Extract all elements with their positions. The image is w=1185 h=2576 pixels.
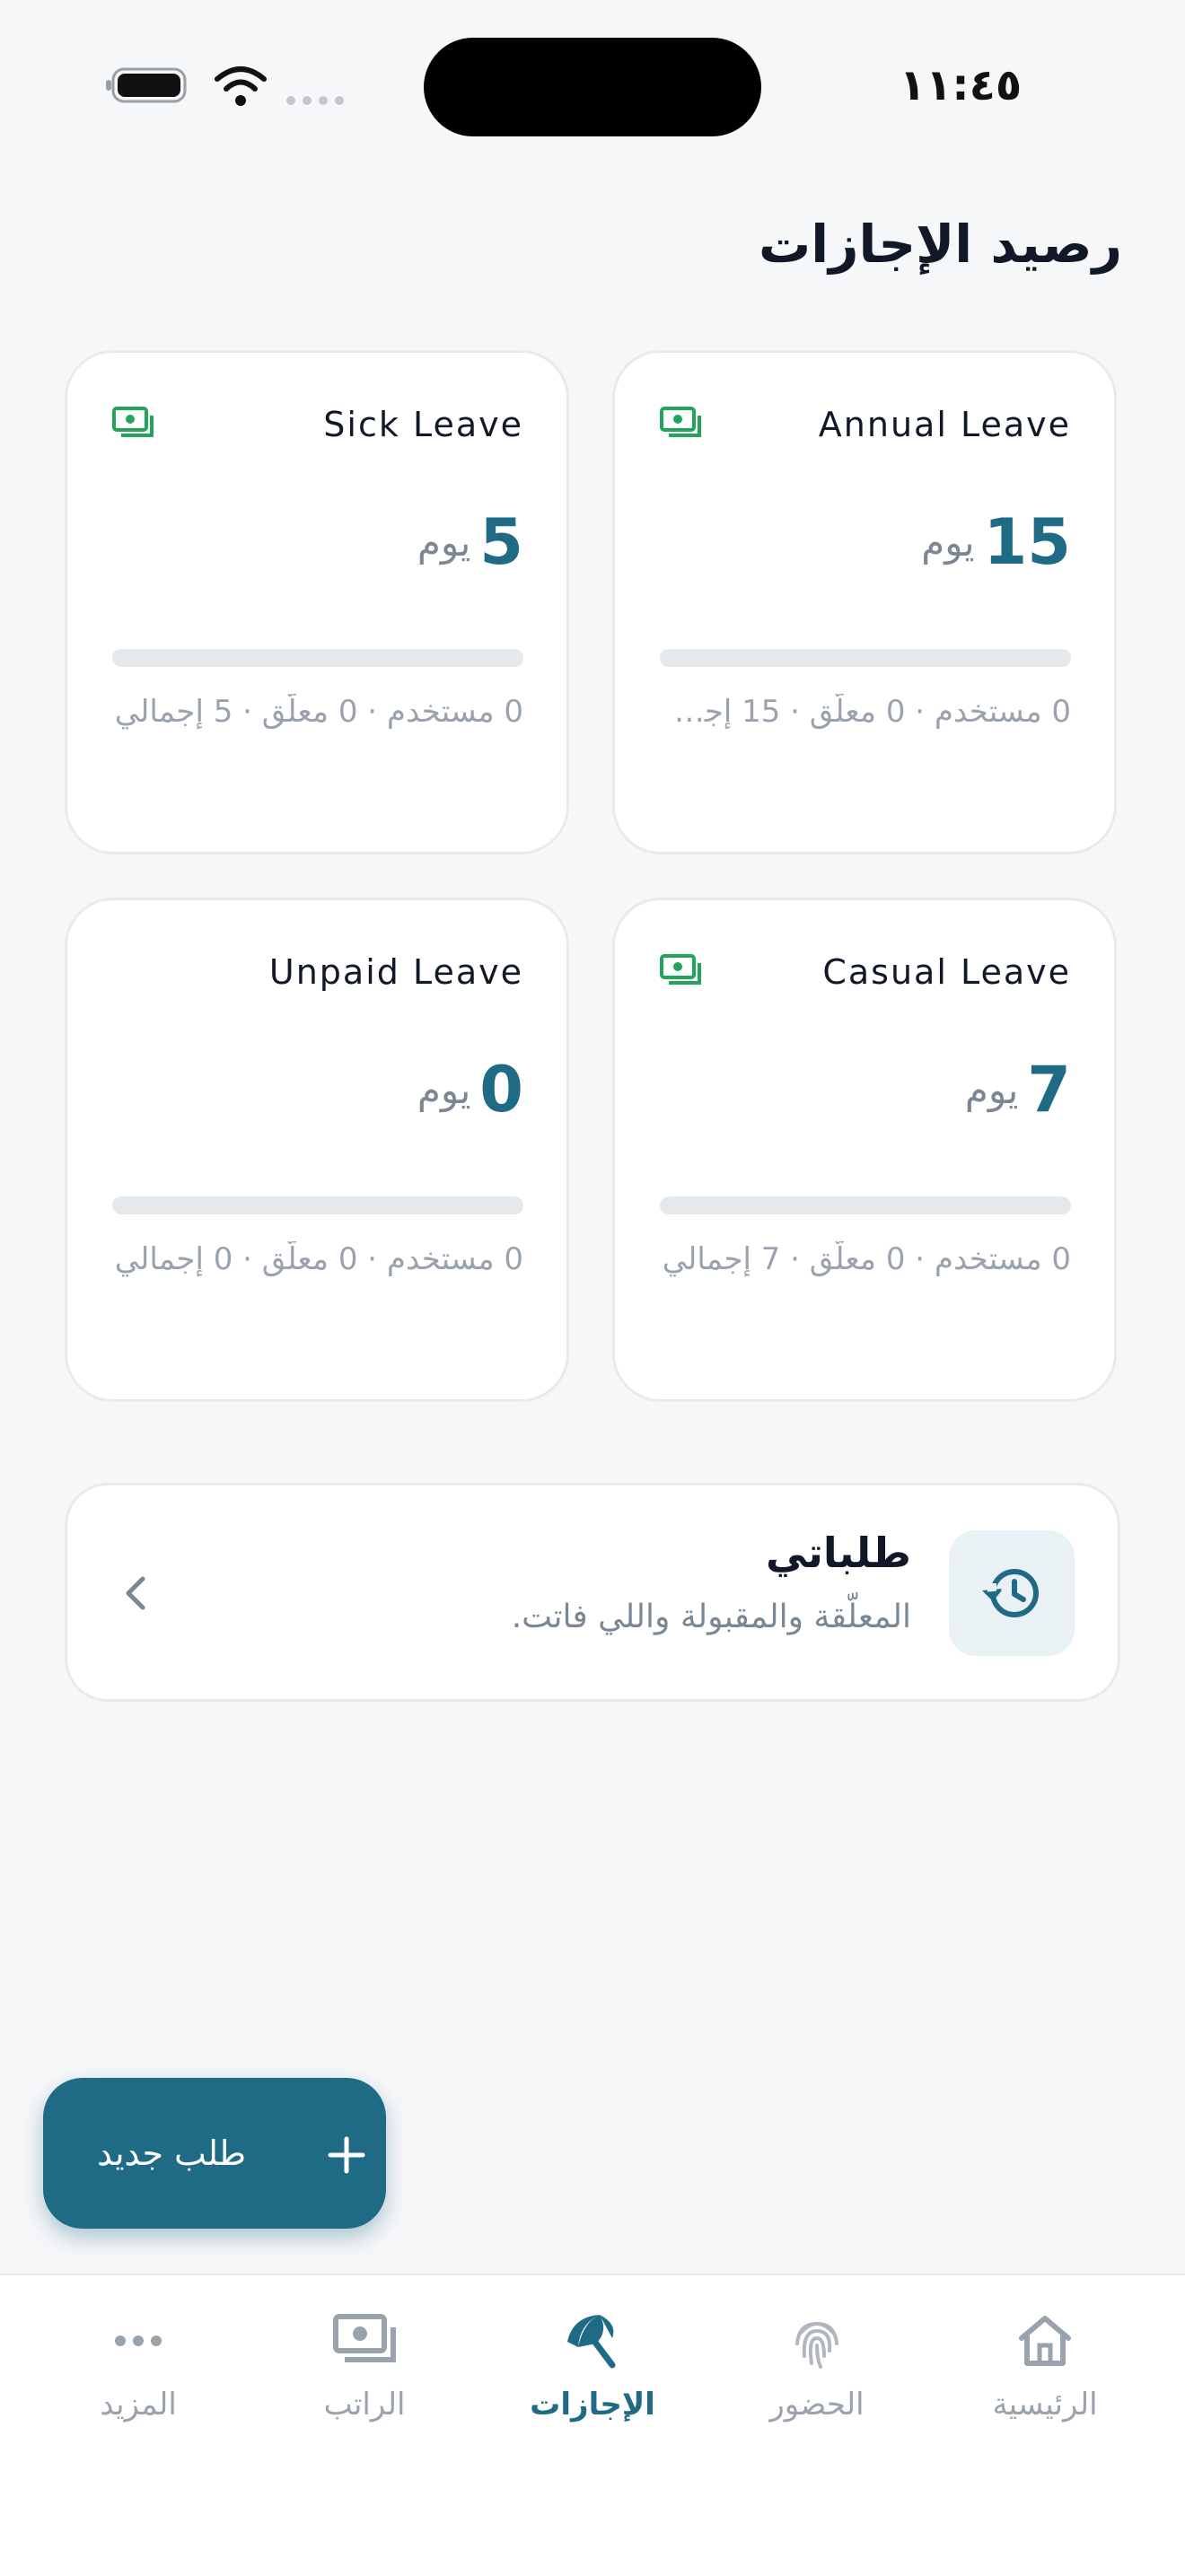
leave-balance-unit: يوم xyxy=(921,520,975,565)
tab-more-label: المزيد xyxy=(100,2387,177,2423)
leave-usage-bar xyxy=(112,649,523,667)
history-icon-box xyxy=(949,1530,1075,1656)
leave-usage-bar xyxy=(660,1196,1071,1214)
my-requests-subtitle: المعلّقة والمقبولة واللي فاتت. xyxy=(511,1599,911,1635)
tab-salary-label: الراتب xyxy=(323,2387,406,2423)
leave-usage-bar xyxy=(112,1196,523,1214)
tab-attendance-label: الحضور xyxy=(769,2387,865,2423)
leave-card-annual[interactable]: Annual Leave 15يوم 0 مستخدم · 0 معلّق · … xyxy=(612,350,1117,854)
leave-card-value: 5يوم xyxy=(417,505,523,579)
leave-balance-unit: يوم xyxy=(417,520,471,565)
leave-card-value: 0يوم xyxy=(417,1053,523,1126)
tab-more[interactable]: المزيد xyxy=(40,2311,237,2437)
leave-card-sick[interactable]: Sick Leave 5يوم 0 مستخدم · 0 معلّق · 5 إ… xyxy=(65,350,569,854)
more-icon xyxy=(115,2335,162,2346)
leave-card-meta: 0 مستخدم · 0 معلّق · 5 إجمالي xyxy=(114,694,523,730)
tab-leaves-label: الإجازات xyxy=(530,2387,655,2423)
leave-usage-bar xyxy=(660,649,1071,667)
cash-icon xyxy=(112,407,154,437)
leave-card-name: Casual Leave xyxy=(822,952,1071,992)
chevron-left-icon xyxy=(126,1576,145,1610)
wifi-icon xyxy=(215,66,267,106)
leave-card-meta: 0 مستخدم · 0 معلّق · 7 إجمالي xyxy=(662,1241,1071,1277)
leave-balance-number: 15 xyxy=(983,505,1071,579)
new-request-label: طلب جديد xyxy=(97,2134,247,2173)
dynamic-island xyxy=(424,38,761,136)
my-requests-title: طلباتي xyxy=(766,1529,911,1577)
bottom-tab-bar: الرئيسية الحضور الإجازات الراتب المزيد xyxy=(0,2274,1185,2576)
leave-balance-number: 5 xyxy=(479,505,523,579)
leave-card-value: 7يوم xyxy=(965,1053,1071,1126)
status-bar: ١١:٤٥ xyxy=(0,0,1185,171)
leave-card-meta: 0 مستخدم · 0 معلّق · 15 إجمالي xyxy=(660,694,1071,730)
leave-balance-number: 0 xyxy=(479,1053,523,1126)
leave-card-value: 15يوم xyxy=(921,505,1071,579)
fingerprint-icon xyxy=(795,2321,838,2369)
leave-card-unpaid[interactable]: Unpaid Leave 0يوم 0 مستخدم · 0 معلّق · 0… xyxy=(65,898,569,1402)
payslip-icon xyxy=(333,2314,396,2362)
plus-icon xyxy=(328,2136,365,2174)
leave-balance-number: 7 xyxy=(1027,1053,1071,1126)
leave-balance-unit: يوم xyxy=(964,1067,1019,1112)
signal-dots-icon xyxy=(286,96,344,105)
beach-umbrella-icon xyxy=(567,2315,616,2369)
tab-salary[interactable]: الراتب xyxy=(266,2311,463,2437)
my-requests-card[interactable]: طلباتي المعلّقة والمقبولة واللي فاتت. xyxy=(65,1483,1120,1702)
tab-home[interactable]: الرئيسية xyxy=(946,2311,1144,2437)
new-request-button[interactable]: طلب جديد xyxy=(43,2078,386,2229)
leave-card-name: Unpaid Leave xyxy=(268,952,523,992)
page-title: رصيد الإجازات xyxy=(758,214,1122,275)
tab-home-label: الرئيسية xyxy=(992,2387,1098,2423)
home-icon xyxy=(1019,2316,1071,2366)
status-time: ١١:٤٥ xyxy=(899,60,1023,110)
cash-icon xyxy=(660,407,701,437)
leave-card-name: Annual Leave xyxy=(818,405,1071,444)
leave-card-casual[interactable]: Casual Leave 7يوم 0 مستخدم · 0 معلّق · 7… xyxy=(612,898,1117,1402)
leave-balance-unit: يوم xyxy=(417,1067,471,1112)
cash-icon xyxy=(660,954,701,985)
leave-card-name: Sick Leave xyxy=(323,405,523,444)
history-icon xyxy=(982,1569,1039,1617)
tab-attendance[interactable]: الحضور xyxy=(718,2311,916,2437)
leave-card-meta: 0 مستخدم · 0 معلّق · 0 إجمالي xyxy=(114,1241,523,1277)
battery-icon xyxy=(106,67,187,103)
tab-leaves[interactable]: الإجازات xyxy=(494,2311,691,2437)
